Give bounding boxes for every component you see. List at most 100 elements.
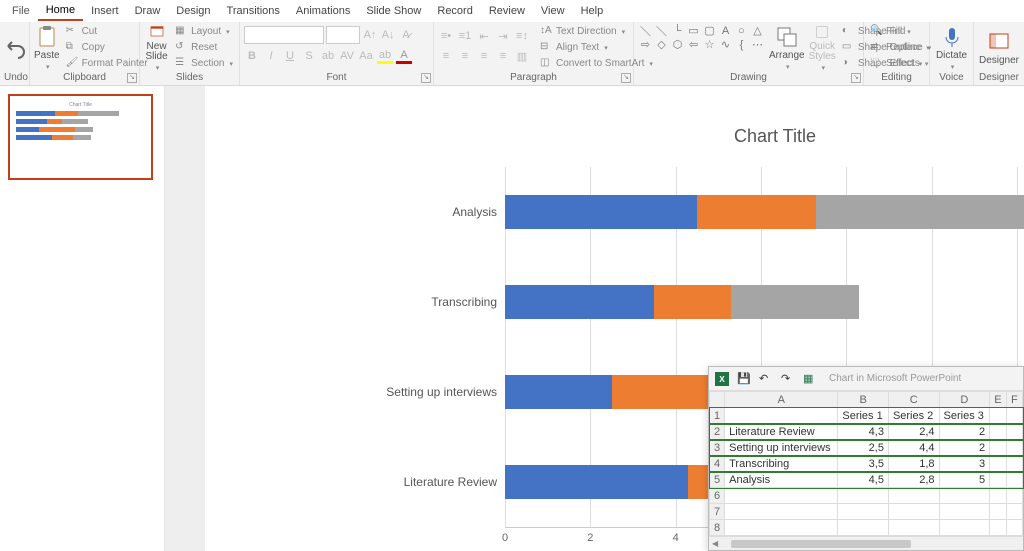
cell[interactable]: Series 3 bbox=[939, 408, 990, 424]
bold-button[interactable]: B bbox=[244, 48, 260, 64]
strike-button[interactable]: S bbox=[301, 48, 317, 64]
find-button[interactable]: 🔍Find bbox=[868, 24, 933, 39]
cell[interactable]: Transcribing bbox=[725, 456, 838, 472]
col-header[interactable]: D bbox=[939, 392, 990, 408]
decrease-font-button[interactable]: A↓ bbox=[380, 27, 396, 43]
row-header[interactable]: 2 bbox=[710, 424, 725, 440]
slide-editor[interactable]: Chart Title AnalysisTranscribingSetting … bbox=[165, 86, 1024, 551]
row-header[interactable]: 7 bbox=[710, 504, 725, 520]
menu-record[interactable]: Record bbox=[429, 2, 480, 20]
shape-diam-icon[interactable]: ◇ bbox=[654, 38, 669, 51]
new-slide-button[interactable]: New Slide bbox=[144, 24, 169, 72]
col-header[interactable]: E bbox=[990, 392, 1007, 408]
clipboard-launcher[interactable]: ↘ bbox=[127, 73, 137, 83]
shape-arrow2-icon[interactable]: ⇦ bbox=[686, 38, 701, 51]
bar-segment-series1[interactable] bbox=[505, 285, 654, 319]
shape-rect2-icon[interactable]: ▢ bbox=[702, 24, 717, 37]
cell[interactable]: 2 bbox=[939, 424, 990, 440]
cell[interactable]: 4,4 bbox=[888, 440, 939, 456]
menu-slideshow[interactable]: Slide Show bbox=[358, 2, 429, 20]
case-button[interactable]: Aa bbox=[358, 48, 374, 64]
bullets-button[interactable]: ≡• bbox=[438, 28, 454, 44]
undo-button[interactable] bbox=[4, 24, 28, 72]
replace-button[interactable]: ⇄Replace bbox=[868, 40, 933, 55]
col-header[interactable]: A bbox=[725, 392, 838, 408]
bar-row[interactable]: Transcribing bbox=[505, 285, 1024, 319]
font-size-select[interactable] bbox=[326, 26, 360, 44]
cell[interactable]: 1,8 bbox=[888, 456, 939, 472]
col-header[interactable]: C bbox=[888, 392, 939, 408]
cell[interactable]: Series 1 bbox=[838, 408, 889, 424]
shape-elbow-icon[interactable]: └ bbox=[670, 24, 685, 37]
row-header[interactable]: 8 bbox=[710, 520, 725, 536]
shadow-button[interactable]: ab bbox=[320, 48, 336, 64]
section-button[interactable]: ☰Section bbox=[173, 56, 235, 71]
line-spacing-button[interactable]: ≡↕ bbox=[514, 28, 530, 44]
paragraph-launcher[interactable]: ↘ bbox=[621, 73, 631, 83]
menu-help[interactable]: Help bbox=[573, 2, 612, 20]
shape-brace-icon[interactable]: { bbox=[734, 38, 749, 51]
menu-view[interactable]: View bbox=[533, 2, 573, 20]
shape-more-icon[interactable]: ⋯ bbox=[750, 38, 765, 51]
font-color-button[interactable]: A bbox=[396, 48, 412, 64]
cell[interactable]: 2 bbox=[939, 440, 990, 456]
menu-home[interactable]: Home bbox=[38, 1, 83, 21]
quick-styles-button[interactable]: Quick Styles bbox=[809, 24, 836, 72]
bar-segment-series2[interactable] bbox=[654, 285, 731, 319]
bar-segment-series1[interactable] bbox=[505, 375, 612, 409]
indent-inc-button[interactable]: ⇥ bbox=[495, 28, 511, 44]
shape-arrow-icon[interactable]: ⇨ bbox=[638, 38, 653, 51]
numbering-button[interactable]: ≡1 bbox=[457, 28, 473, 44]
menu-insert[interactable]: Insert bbox=[83, 2, 127, 20]
indent-dec-button[interactable]: ⇤ bbox=[476, 28, 492, 44]
shape-oval-icon[interactable]: ○ bbox=[734, 24, 749, 37]
cell[interactable]: Series 2 bbox=[888, 408, 939, 424]
shape-line2-icon[interactable]: ＼ bbox=[654, 24, 669, 37]
underline-button[interactable]: U bbox=[282, 48, 298, 64]
save-icon[interactable]: 💾 bbox=[737, 372, 751, 386]
cut-button[interactable]: ✂Cut bbox=[64, 24, 150, 39]
menu-animations[interactable]: Animations bbox=[288, 2, 358, 20]
shape-text-icon[interactable]: A bbox=[718, 24, 733, 37]
shapes-gallery[interactable]: ＼＼└▭▢A○△ ⇨◇⬡⇦☆∿{⋯ bbox=[638, 24, 765, 51]
col-header[interactable]: B bbox=[838, 392, 889, 408]
copy-button[interactable]: ⧉Copy bbox=[64, 40, 150, 55]
row-header[interactable]: 1 bbox=[710, 408, 725, 424]
menu-file[interactable]: File bbox=[4, 2, 38, 20]
cell[interactable]: 4,3 bbox=[838, 424, 889, 440]
edit-data-icon[interactable]: ▦ bbox=[803, 372, 817, 386]
cell[interactable]: 2,8 bbox=[888, 472, 939, 488]
cell[interactable]: 5 bbox=[939, 472, 990, 488]
menu-draw[interactable]: Draw bbox=[127, 2, 169, 20]
dictate-button[interactable]: Dictate bbox=[934, 24, 969, 72]
justify-button[interactable]: ≡ bbox=[495, 48, 511, 64]
excel-titlebar[interactable]: X 💾 ↶ ↷ ▦ Chart in Microsoft PowerPoint bbox=[709, 367, 1023, 391]
cell[interactable]: Literature Review bbox=[725, 424, 838, 440]
cell[interactable]: 4,5 bbox=[838, 472, 889, 488]
bar-segment-series3[interactable] bbox=[731, 285, 859, 319]
chart-data-window[interactable]: X 💾 ↶ ↷ ▦ Chart in Microsoft PowerPoint … bbox=[708, 366, 1024, 551]
bar-segment-series1[interactable] bbox=[505, 465, 688, 499]
shape-star-icon[interactable]: ☆ bbox=[702, 38, 717, 51]
sheet-scrollbar[interactable]: ◀ bbox=[709, 536, 1023, 550]
col-header[interactable]: F bbox=[1006, 392, 1022, 408]
bar-segment-series2[interactable] bbox=[697, 195, 816, 229]
cell[interactable]: 3 bbox=[939, 456, 990, 472]
align-center-button[interactable]: ≡ bbox=[457, 48, 473, 64]
row-header[interactable]: 6 bbox=[710, 488, 725, 504]
bar-segment-series1[interactable] bbox=[505, 195, 697, 229]
italic-button[interactable]: I bbox=[263, 48, 279, 64]
undo-icon[interactable]: ↶ bbox=[759, 372, 773, 386]
chart-title[interactable]: Chart Title bbox=[385, 126, 1024, 147]
font-family-select[interactable] bbox=[244, 26, 324, 44]
row-header[interactable]: 4 bbox=[710, 456, 725, 472]
font-launcher[interactable]: ↘ bbox=[421, 73, 431, 83]
format-painter-button[interactable]: 🖌Format Painter bbox=[64, 56, 150, 71]
increase-font-button[interactable]: A↑ bbox=[362, 27, 378, 43]
bar-segment-series3[interactable] bbox=[816, 195, 1024, 229]
slide-thumbnail-1[interactable]: Chart Title bbox=[8, 94, 153, 180]
clear-format-button[interactable]: A̷ bbox=[398, 27, 414, 43]
bar-row[interactable]: Analysis bbox=[505, 195, 1024, 229]
align-right-button[interactable]: ≡ bbox=[476, 48, 492, 64]
drawing-launcher[interactable]: ↘ bbox=[851, 73, 861, 83]
